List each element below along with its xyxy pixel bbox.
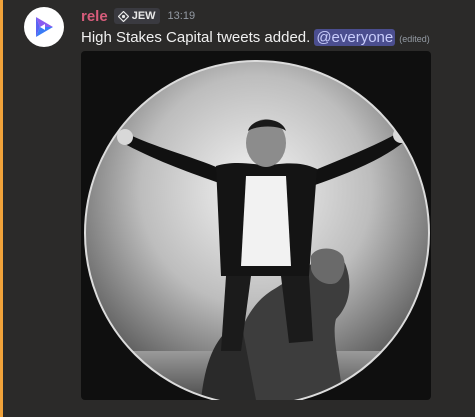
- diamond-icon: [117, 10, 129, 22]
- timestamp[interactable]: 13:19: [168, 10, 196, 22]
- message-header: rele JEW 13:19: [81, 6, 195, 26]
- role-tag-label: JEW: [131, 10, 156, 22]
- chat-message[interactable]: rele JEW 13:19 High Stakes Capital tweet…: [0, 0, 475, 417]
- role-tag[interactable]: JEW: [113, 8, 160, 24]
- attachment-image[interactable]: [81, 51, 431, 400]
- mention-everyone[interactable]: @everyone: [314, 29, 396, 46]
- play-logo-icon: [36, 17, 53, 37]
- message-text: High Stakes Capital tweets added.: [81, 29, 311, 46]
- avatar[interactable]: [24, 7, 64, 47]
- message-content: High Stakes Capital tweets added. @every…: [81, 29, 430, 46]
- username[interactable]: rele: [81, 8, 108, 25]
- profile-photo: [81, 51, 431, 400]
- edited-label: (edited): [399, 34, 430, 44]
